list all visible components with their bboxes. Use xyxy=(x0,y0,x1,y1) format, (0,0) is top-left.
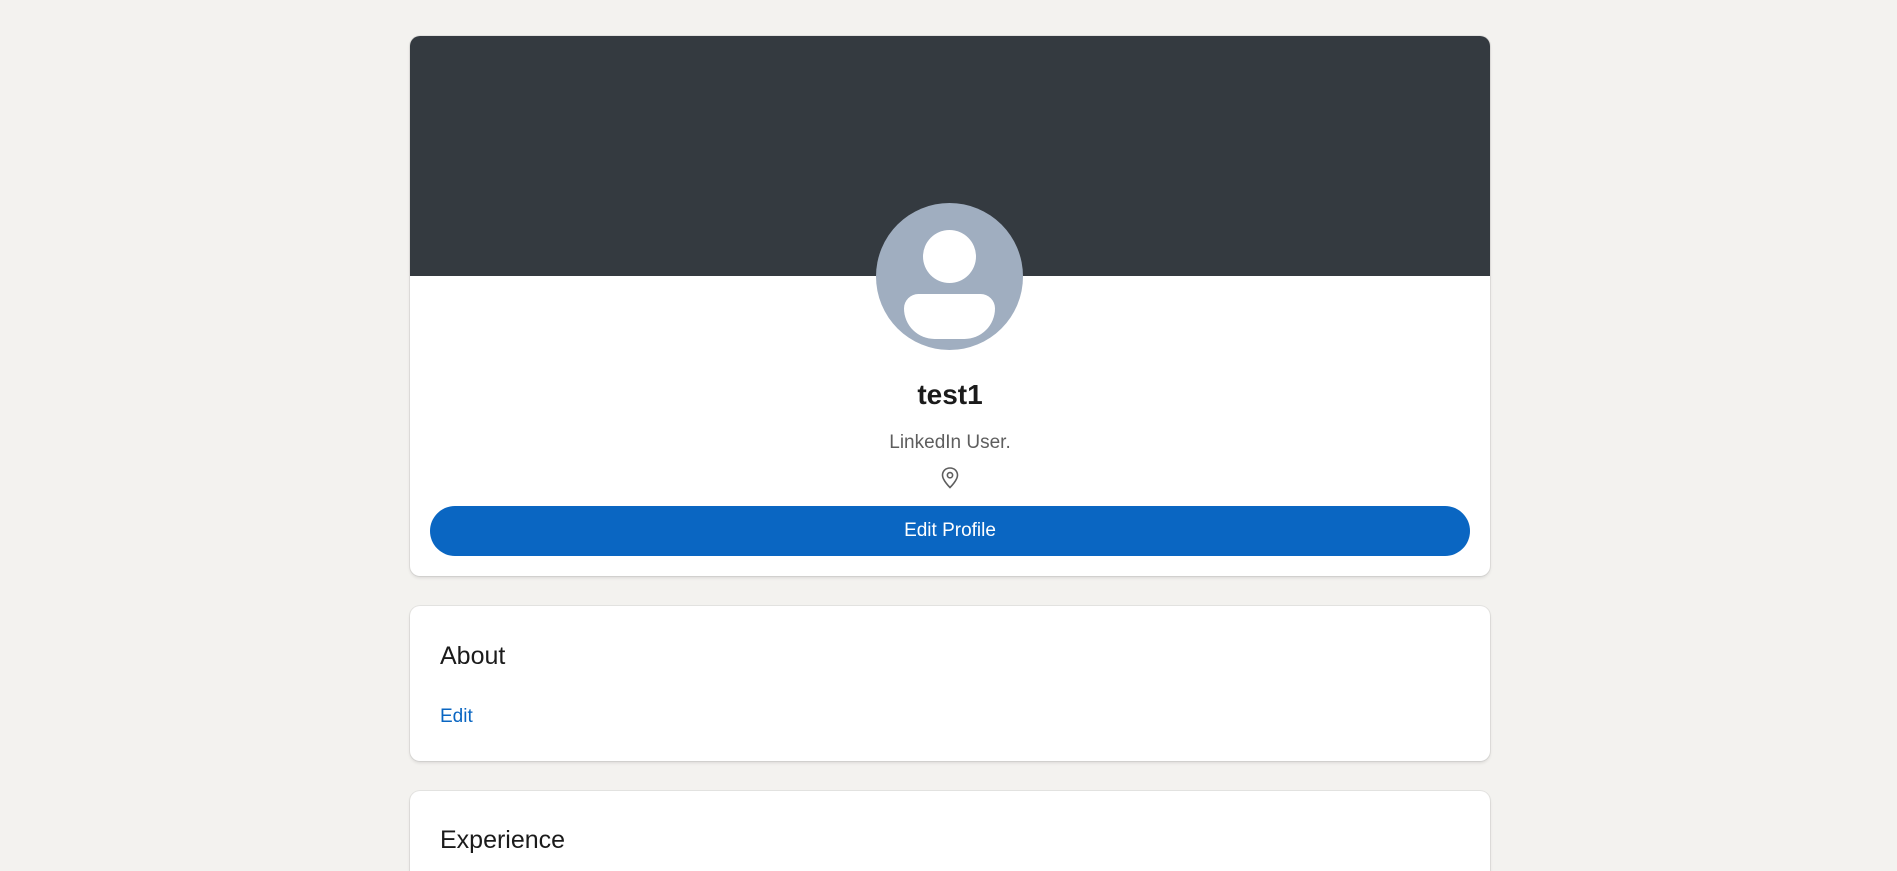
profile-page: test1 LinkedIn User. Edit Profile About … xyxy=(0,0,1897,871)
experience-title: Experience xyxy=(440,826,566,854)
map-pin-icon xyxy=(940,466,960,490)
avatar-body-shape xyxy=(904,294,995,339)
edit-profile-button[interactable]: Edit Profile xyxy=(430,506,1470,556)
profile-name: test1 xyxy=(917,379,983,410)
avatar[interactable] xyxy=(876,203,1023,350)
about-title: About xyxy=(440,642,506,670)
profile-headline: LinkedIn User. xyxy=(889,432,1011,453)
experience-section: Experience xyxy=(410,791,1490,871)
avatar-head-shape xyxy=(923,230,976,283)
about-edit-link[interactable]: Edit xyxy=(440,706,473,728)
profile-card: test1 LinkedIn User. Edit Profile xyxy=(410,36,1490,576)
about-section: About Edit xyxy=(410,606,1490,761)
